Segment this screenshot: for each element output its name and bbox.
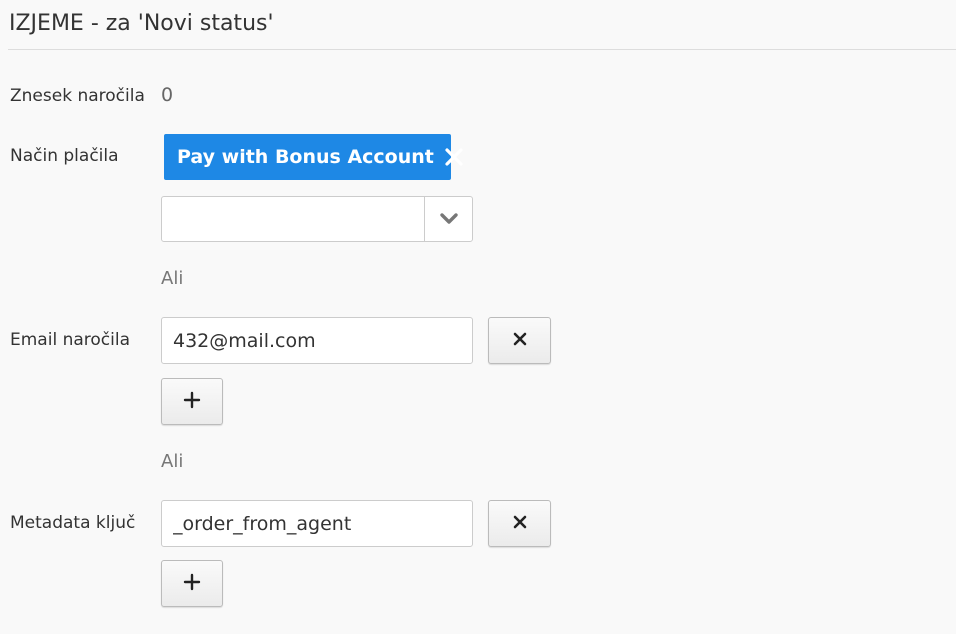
remove-metadata-button[interactable] (488, 500, 551, 547)
metadata-key-input[interactable] (161, 500, 473, 547)
order-email-label: Email naročila (10, 330, 130, 350)
plus-icon (183, 391, 201, 413)
payment-method-chip: Pay with Bonus Account (164, 134, 463, 180)
title-divider (8, 49, 956, 50)
page-title: IZJEME - za 'Novi status' (9, 11, 274, 36)
order-amount-value: 0 (161, 84, 174, 106)
add-email-button[interactable] (161, 378, 223, 425)
add-metadata-button[interactable] (161, 560, 223, 607)
remove-email-button[interactable] (488, 317, 551, 364)
close-icon (513, 514, 527, 533)
metadata-key-label: Metadata ključ (10, 513, 136, 533)
plus-icon (183, 573, 201, 595)
close-icon (513, 331, 527, 350)
payment-method-label: Način plačila (10, 146, 119, 166)
chevron-down-icon[interactable] (424, 197, 472, 241)
payment-method-select[interactable] (161, 196, 473, 242)
or-separator: Ali (161, 451, 184, 472)
order-amount-label: Znesek naročila (10, 86, 145, 106)
payment-method-chip-label: Pay with Bonus Account (177, 146, 434, 168)
order-email-input[interactable] (161, 317, 473, 364)
close-icon[interactable] (444, 146, 464, 168)
or-separator: Ali (161, 268, 184, 289)
